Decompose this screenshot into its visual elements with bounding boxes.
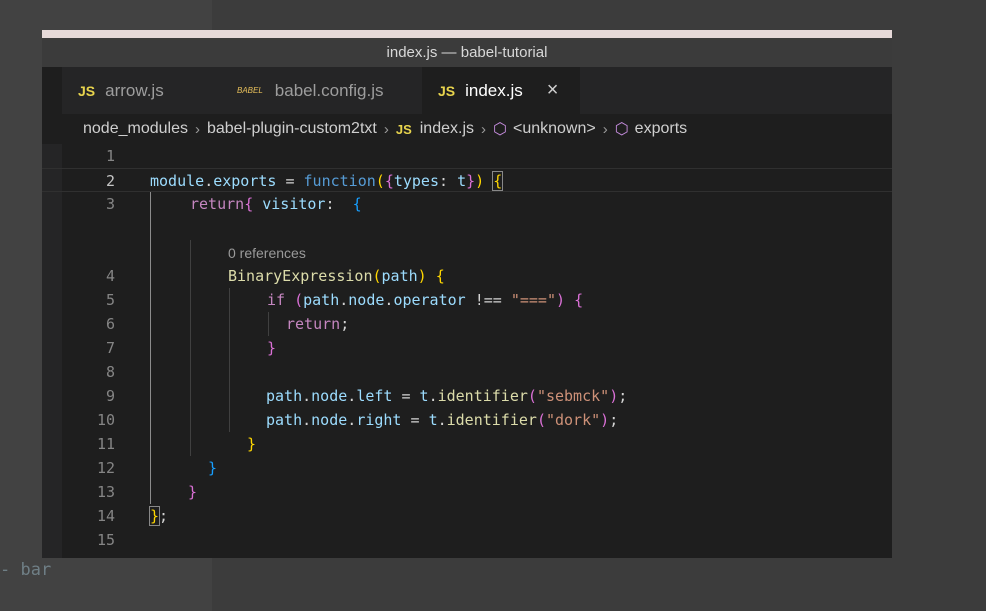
tab-bar: JS arrow.js BABEL babel.config.js JS ind… (42, 67, 892, 114)
breadcrumb: node_modules › babel-plugin-custom2txt ›… (42, 114, 892, 144)
tab-arrow-js[interactable]: JS arrow.js (62, 67, 222, 114)
breadcrumb-item[interactable]: exports (635, 120, 687, 138)
line-number: 8 (105, 363, 115, 381)
chevron-right-icon: › (602, 120, 608, 138)
line-number: 12 (96, 459, 115, 477)
code-line-current: 2 module.exports = function({types: t}) … (42, 168, 892, 192)
code-text: module.exports = function({types: t}) { (150, 171, 504, 191)
chevron-right-icon: › (481, 120, 486, 138)
codelens-references[interactable]: 0 references (228, 242, 306, 264)
code-editor[interactable]: 1 2 module.exports = function({types: t}… (42, 144, 892, 558)
breadcrumb-item[interactable]: index.js (420, 120, 474, 138)
code-line: 15 (42, 528, 892, 552)
line-number: 15 (96, 531, 115, 549)
line-number: 6 (105, 315, 115, 333)
chevron-right-icon: › (383, 120, 389, 138)
breadcrumb-item[interactable]: babel-plugin-custom2txt (207, 120, 377, 138)
code-line: 3 return{ visitor: { (42, 192, 892, 216)
close-icon[interactable]: × (547, 79, 559, 102)
tab-bar-gutter (42, 67, 62, 114)
code-text: return{ visitor: { (190, 195, 362, 213)
tab-label: arrow.js (105, 80, 164, 100)
code-line: 7 } (42, 336, 892, 360)
code-line: 4 BinaryExpression(path) { (42, 264, 892, 288)
line-number: 5 (105, 291, 115, 309)
code-text: } (208, 459, 218, 477)
code-text: return; (286, 315, 350, 333)
line-number: 13 (96, 483, 115, 501)
line-number: 2 (105, 172, 115, 190)
code-line: 13 } (42, 480, 892, 504)
background-code-fragment: - bar (0, 560, 52, 580)
line-number: 7 (105, 339, 115, 357)
chevron-right-icon: › (194, 120, 200, 138)
code-line: 6 return; (42, 312, 892, 336)
line-number: 9 (105, 387, 115, 405)
code-text: path.node.left = t.identifier("sebmck"); (266, 387, 628, 405)
code-line: 9 path.node.left = t.identifier("sebmck"… (42, 384, 892, 408)
symbol-cube-icon: ⬡ (493, 121, 507, 138)
js-file-icon: JS (78, 82, 96, 99)
code-text: } (188, 483, 198, 501)
code-line: 12 } (42, 456, 892, 480)
symbol-cube-icon: ⬡ (614, 121, 629, 138)
line-number: 14 (96, 507, 115, 525)
line-number: 11 (96, 435, 115, 453)
code-line: 11 } (42, 432, 892, 456)
babel-file-icon: BABEL (237, 86, 263, 95)
code-line: 8 (42, 360, 892, 384)
tab-babel-config[interactable]: BABEL babel.config.js (222, 67, 422, 114)
js-file-icon: JS (395, 121, 412, 137)
window-top-edge (42, 30, 892, 38)
code-line: 5 if (path.node.operator !== "===") { (42, 288, 892, 312)
code-text: }; (148, 506, 169, 526)
breadcrumb-item[interactable]: node_modules (83, 120, 188, 138)
breadcrumb-item[interactable]: <unknown> (513, 120, 596, 138)
line-number: 4 (105, 267, 115, 285)
code-line: 14 }; (42, 504, 892, 528)
tab-index-js[interactable]: JS index.js × (422, 67, 580, 114)
code-text: BinaryExpression(path) { (228, 267, 445, 285)
tab-label: babel.config.js (274, 80, 384, 100)
code-line: 10 path.node.right = t.identifier("dork"… (42, 408, 892, 432)
line-number: 3 (105, 195, 115, 213)
tab-label: index.js (465, 80, 523, 100)
code-text: } (247, 435, 257, 453)
line-number: 1 (105, 147, 115, 165)
code-text: if (path.node.operator !== "===") { (267, 291, 584, 309)
window-title: index.js — babel-tutorial (42, 38, 892, 67)
code-text: path.node.right = t.identifier("dork"); (266, 411, 619, 429)
js-file-icon: JS (438, 82, 456, 99)
code-text: } (267, 339, 277, 357)
editor-window: index.js — babel-tutorial JS arrow.js BA… (42, 30, 892, 558)
code-line: 1 (42, 144, 892, 168)
line-number: 10 (96, 411, 115, 429)
